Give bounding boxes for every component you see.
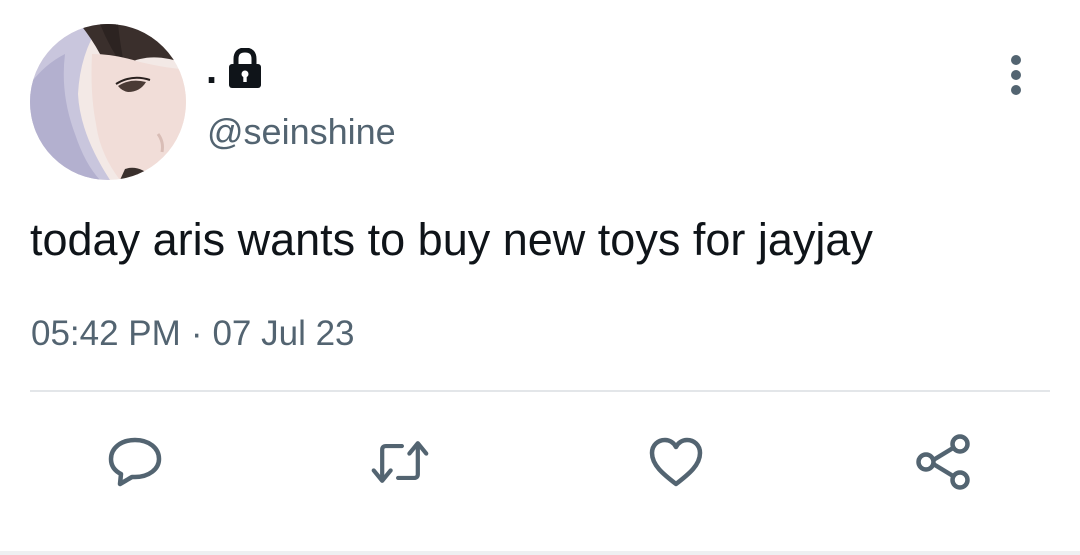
tweet-date: 07 Jul 23: [212, 314, 355, 353]
like-button[interactable]: [646, 432, 706, 492]
name-row: .: [206, 40, 263, 90]
more-options-button[interactable]: [996, 50, 1036, 100]
avatar-image: [30, 24, 186, 180]
tweet-card: . @seinshine today aris wants to buy new…: [0, 0, 1080, 555]
reply-button[interactable]: [105, 432, 165, 492]
share-icon: [916, 434, 970, 490]
tweet-timestamp[interactable]: 05:42 PM · 07 Jul 23: [31, 312, 355, 356]
display-name[interactable]: .: [206, 50, 217, 90]
divider: [30, 390, 1050, 392]
timestamp-separator: ·: [190, 314, 203, 353]
vertical-dots-icon: [1011, 55, 1021, 95]
tweet-text: today aris wants to buy new toys for jay…: [30, 214, 873, 265]
bottom-divider: [0, 551, 1080, 555]
retweet-icon: [371, 441, 429, 483]
retweet-button[interactable]: [370, 432, 430, 492]
lock-icon: [227, 47, 263, 90]
heart-icon: [649, 437, 703, 487]
tweet-time: 05:42 PM: [31, 314, 181, 353]
avatar[interactable]: [30, 24, 186, 180]
user-handle[interactable]: @seinshine: [207, 112, 396, 152]
speech-bubble-icon: [108, 437, 162, 487]
share-button[interactable]: [913, 432, 973, 492]
